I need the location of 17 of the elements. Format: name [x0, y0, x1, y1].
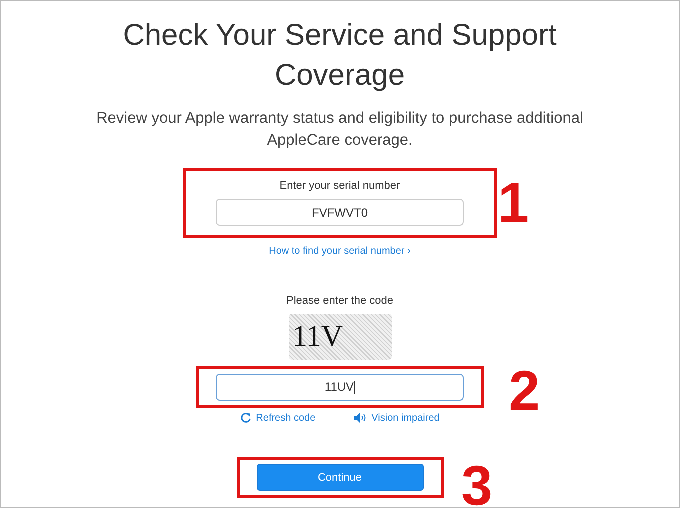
speaker-icon — [354, 413, 368, 423]
continue-button[interactable]: Continue — [256, 464, 424, 491]
help-link[interactable]: How to find your serial number › — [269, 246, 411, 257]
step-number: 1 — [498, 175, 530, 231]
step-number: 2 — [509, 363, 540, 419]
refresh-icon — [240, 412, 252, 424]
captcha-image: 11V — [288, 314, 392, 360]
page-title: Check Your Service and Support Coverage — [122, 18, 558, 94]
code-link[interactable]: Refresh code — [240, 412, 316, 424]
field-label: Please enter the code — [286, 295, 394, 307]
text-cursor — [354, 380, 356, 394]
serial-number-field[interactable]: FVFWVT0 — [216, 199, 464, 226]
field-label: Enter your serial number — [280, 180, 400, 192]
page-subtitle: Review your Apple warranty status and eligibility to purchase additional AppleCare coverage. — [96, 109, 584, 151]
code-link[interactable]: Vision impaired — [354, 412, 440, 424]
step-number: 3 — [462, 458, 493, 507]
code-field[interactable]: 11UV — [216, 374, 464, 400]
